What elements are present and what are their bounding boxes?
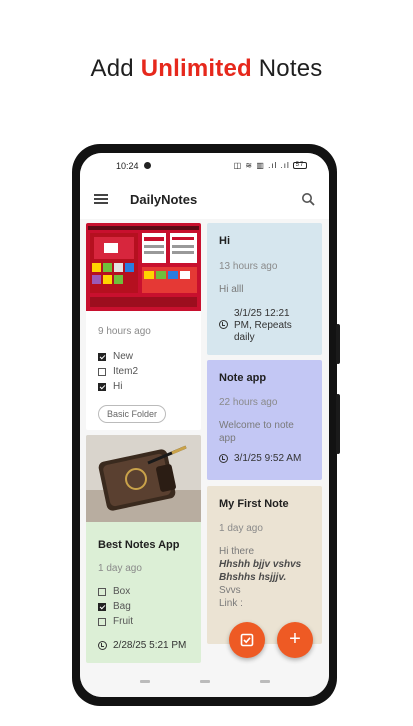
status-icons: ◫ ≋ ▥ .ıl .ıl 57 bbox=[234, 161, 307, 170]
status-time: 10:24 bbox=[116, 161, 139, 171]
side-button bbox=[336, 324, 340, 364]
note-title: Note app bbox=[219, 372, 267, 384]
promo-highlight: Unlimited bbox=[140, 55, 252, 82]
note-body: Hi alll bbox=[219, 284, 244, 295]
checkbox-unchecked[interactable] bbox=[98, 617, 106, 626]
nav-recents-icon[interactable] bbox=[140, 680, 150, 683]
alarm-icon bbox=[219, 454, 228, 463]
notes-grid: 9 hours ago New Item2 Hi Basic Folder Be… bbox=[80, 223, 329, 667]
checklist-item-label: New bbox=[113, 351, 134, 362]
checkbox-checked[interactable] bbox=[98, 602, 106, 611]
checklist-item[interactable]: Box bbox=[98, 584, 189, 599]
checkbox-unchecked[interactable] bbox=[98, 587, 106, 596]
promo-headline: Add Unlimited Notes bbox=[0, 55, 413, 83]
note-reminder: 3/1/25 12:21 PM, Repeats daily bbox=[219, 308, 310, 344]
reminder-text: 3/1/25 9:52 AM bbox=[234, 453, 302, 464]
note-card-note-app[interactable]: Note app 22 hours ago Welcome to note ap… bbox=[207, 360, 322, 480]
signal-icons: ◫ ≋ ▥ .ıl .ıl bbox=[233, 161, 290, 170]
note-card-best-notes-app[interactable]: Best Notes App 1 day ago Box Bag Fruit 2… bbox=[86, 435, 201, 663]
note-body: Welcome to note app bbox=[219, 420, 294, 444]
checklist-item[interactable]: Item2 bbox=[98, 364, 189, 379]
checkbox-icon bbox=[240, 633, 254, 647]
note-card-hi[interactable]: Hi 13 hours ago Hi alll 3/1/25 12:21 PM,… bbox=[207, 223, 322, 355]
reminder-text: 3/1/25 12:21 PM, Repeats daily bbox=[234, 308, 292, 343]
app-title: DailyNotes bbox=[130, 192, 198, 207]
battery-icon: 57 bbox=[293, 162, 307, 170]
note-body-line: Hhshh bjjv vshvs Bhshhs hsjjjv. Svvs bbox=[219, 558, 310, 597]
checkbox-unchecked[interactable] bbox=[98, 367, 106, 376]
checkbox-checked[interactable] bbox=[98, 352, 106, 361]
note-timestamp: 1 day ago bbox=[98, 563, 142, 574]
phone-frame: 10:24 ◫ ≋ ▥ .ıl .ıl 57 DailyNotes 9 hour… bbox=[72, 144, 340, 706]
note-timestamp: 13 hours ago bbox=[219, 261, 278, 272]
note-body-line: Link : bbox=[219, 598, 243, 609]
note-timestamp: 1 day ago bbox=[219, 523, 263, 534]
checklist-item-label: Item2 bbox=[113, 366, 139, 377]
checklist-item-label: Bag bbox=[113, 601, 131, 612]
checklist-item-label: Fruit bbox=[113, 616, 133, 627]
note-body-line: Hi there bbox=[219, 546, 255, 557]
note-image-thumbnail bbox=[86, 223, 201, 311]
add-note-button[interactable]: + bbox=[277, 622, 313, 658]
note-reminder: 2/28/25 5:21 PM bbox=[98, 640, 189, 652]
note-reminder: 3/1/25 9:52 AM bbox=[219, 453, 310, 465]
search-icon[interactable] bbox=[301, 192, 315, 206]
plus-icon: + bbox=[289, 628, 301, 650]
alarm-icon bbox=[98, 641, 107, 650]
app-bar: DailyNotes bbox=[80, 177, 329, 219]
new-checklist-button[interactable] bbox=[229, 622, 265, 658]
status-bar: 10:24 ◫ ≋ ▥ .ıl .ıl 57 bbox=[80, 153, 329, 177]
reminder-text: 2/28/25 5:21 PM bbox=[113, 640, 187, 651]
note-body-italic: Hhshh bjjv vshvs Bhshhs hsjjjv. bbox=[219, 559, 302, 583]
nav-home-icon[interactable] bbox=[200, 680, 210, 683]
system-nav-bar bbox=[80, 667, 329, 697]
note-body: Hi there Hhshh bjjv vshvs Bhshhs hsjjjv.… bbox=[219, 545, 310, 610]
notification-icon bbox=[144, 162, 151, 169]
phone-screen: 10:24 ◫ ≋ ▥ .ıl .ıl 57 DailyNotes 9 hour… bbox=[80, 153, 329, 697]
note-title: My First Note bbox=[219, 498, 289, 510]
note-body-text: Svvs bbox=[219, 585, 241, 596]
volume-button bbox=[336, 394, 340, 454]
alarm-icon bbox=[219, 320, 228, 329]
checklist-item[interactable]: Fruit bbox=[98, 614, 189, 629]
menu-icon[interactable] bbox=[94, 194, 108, 204]
checklist-item[interactable]: Bag bbox=[98, 599, 189, 614]
checklist-item-label: Hi bbox=[113, 381, 123, 392]
note-title: Best Notes App bbox=[98, 539, 180, 551]
checklist-item-label: Box bbox=[113, 586, 131, 597]
checklist-item[interactable]: New bbox=[98, 349, 189, 364]
note-timestamp: 9 hours ago bbox=[98, 326, 151, 337]
note-card-my-first-note[interactable]: My First Note 1 day ago Hi there Hhshh b… bbox=[207, 486, 322, 644]
promo-prefix: Add bbox=[90, 55, 134, 82]
folder-chip[interactable]: Basic Folder bbox=[98, 405, 167, 423]
checkbox-checked[interactable] bbox=[98, 382, 106, 391]
note-image-thumbnail bbox=[86, 435, 201, 522]
note-timestamp: 22 hours ago bbox=[219, 397, 278, 408]
checklist-item[interactable]: Hi bbox=[98, 379, 189, 394]
note-card-checklist[interactable]: 9 hours ago New Item2 Hi Basic Folder bbox=[86, 223, 201, 430]
nav-back-icon[interactable] bbox=[260, 680, 270, 683]
note-title: Hi bbox=[219, 235, 230, 247]
promo-suffix: Notes bbox=[258, 55, 323, 82]
